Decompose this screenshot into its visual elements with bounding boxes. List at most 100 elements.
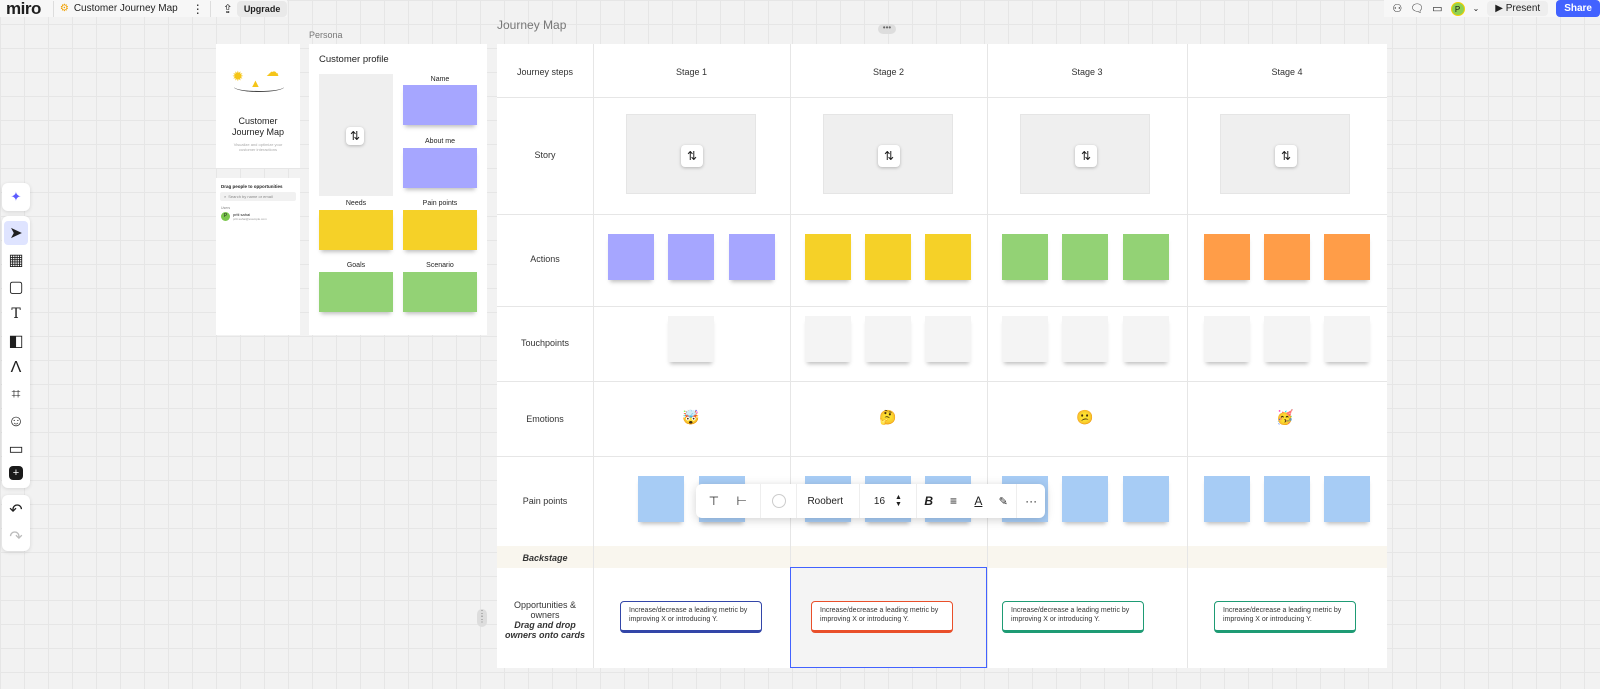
opportunity-card-stage-3[interactable]: Increase/decrease a leading metric by imp…: [1002, 601, 1144, 633]
opportunity-card-stage-1[interactable]: Increase/decrease a leading metric by imp…: [620, 601, 762, 633]
reactions-icon[interactable]: ⚇: [1392, 2, 1402, 15]
board-title[interactable]: Customer Journey Map: [74, 3, 178, 14]
touchpoint-sticky[interactable]: [925, 316, 971, 362]
swap-image-icon[interactable]: ⇅: [346, 127, 364, 145]
pain-point-sticky[interactable]: [1204, 476, 1250, 522]
pen-icon[interactable]: Ʌ: [4, 356, 28, 380]
shapes-icon[interactable]: ◧: [4, 329, 28, 353]
touchpoint-sticky[interactable]: [1264, 316, 1310, 362]
action-sticky[interactable]: [805, 234, 851, 280]
comment-icon[interactable]: ▭: [4, 437, 28, 461]
add-apps-icon[interactable]: +: [9, 466, 23, 480]
action-sticky[interactable]: [1264, 234, 1310, 280]
stage-3-header: Stage 3: [1071, 67, 1103, 77]
pain-point-sticky[interactable]: [1264, 476, 1310, 522]
emotion-emoji-stage-2[interactable]: 🤔: [879, 409, 896, 426]
user-row[interactable]: P priti sahai priti.sahai@example.com: [216, 212, 300, 221]
divider: [52, 0, 54, 17]
touchpoint-sticky[interactable]: [668, 316, 714, 362]
persona-scenario-sticky[interactable]: [403, 272, 477, 312]
touchpoint-sticky[interactable]: [865, 316, 911, 362]
story-image-stage-3[interactable]: ⇅: [1020, 114, 1150, 194]
text-tool-icon[interactable]: T: [4, 302, 28, 326]
text-align-icon[interactable]: ≡: [941, 484, 967, 518]
emotion-emoji-stage-4[interactable]: 🥳: [1276, 409, 1293, 426]
persona-needs-sticky[interactable]: [319, 210, 393, 250]
templates-icon[interactable]: ▦: [4, 248, 28, 272]
board-icon[interactable]: ⚙: [60, 3, 69, 14]
redo-icon[interactable]: ↷: [4, 525, 28, 549]
highlight-icon[interactable]: ✎: [990, 484, 1016, 518]
more-options-icon[interactable]: ···: [1017, 484, 1045, 518]
story-image-stage-1[interactable]: ⇅: [626, 114, 756, 194]
select-tool-icon[interactable]: ➤: [4, 221, 28, 245]
touchpoint-sticky[interactable]: [1204, 316, 1250, 362]
pain-point-sticky[interactable]: [638, 476, 684, 522]
opportunity-card-stage-4[interactable]: Increase/decrease a leading metric by imp…: [1214, 601, 1356, 633]
frame-handle-icon[interactable]: •••: [878, 24, 896, 34]
font-size-input[interactable]: 16 ▲ ▼: [860, 484, 916, 518]
pain-point-sticky[interactable]: [1324, 476, 1370, 522]
action-sticky[interactable]: [729, 234, 775, 280]
comments-icon[interactable]: 🗨: [1410, 2, 1424, 15]
swap-image-icon[interactable]: ⇅: [1275, 145, 1297, 167]
persona-about-sticky[interactable]: [403, 148, 477, 188]
drag-handle-icon[interactable]: ⋮ ⋮: [477, 609, 487, 627]
text-color-icon[interactable]: A: [966, 484, 990, 518]
sticky-note-icon[interactable]: ▢: [4, 275, 28, 299]
share-button[interactable]: Share: [1556, 0, 1600, 17]
pain-point-sticky[interactable]: [1123, 476, 1169, 522]
undo-icon[interactable]: ↶: [4, 498, 28, 522]
persona-photo[interactable]: ⇅: [319, 74, 393, 196]
persona-goals-sticky[interactable]: [319, 272, 393, 312]
export-icon[interactable]: ⇪: [223, 2, 233, 16]
story-image-stage-2[interactable]: ⇅: [823, 114, 953, 194]
action-sticky[interactable]: [1002, 234, 1048, 280]
swap-image-icon[interactable]: ⇅: [878, 145, 900, 167]
color-picker[interactable]: [761, 484, 797, 518]
swap-image-icon[interactable]: ⇅: [1075, 145, 1097, 167]
frame-icon[interactable]: ⌗: [4, 383, 28, 407]
action-sticky[interactable]: [668, 234, 714, 280]
action-sticky[interactable]: [925, 234, 971, 280]
action-sticky[interactable]: [1123, 234, 1169, 280]
touchpoint-sticky[interactable]: [1002, 316, 1048, 362]
sparkle-icon[interactable]: ✦: [11, 189, 22, 205]
touchpoint-sticky[interactable]: [805, 316, 851, 362]
more-vertical-icon[interactable]: ⋮: [192, 2, 204, 16]
bold-icon[interactable]: B: [917, 484, 941, 518]
persona-name-sticky[interactable]: [403, 85, 477, 125]
action-sticky[interactable]: [1324, 234, 1370, 280]
action-sticky[interactable]: [608, 234, 654, 280]
stickers-icon[interactable]: ☺: [4, 410, 28, 434]
touchpoint-sticky[interactable]: [1062, 316, 1108, 362]
chevron-down-icon[interactable]: ⌄: [1473, 4, 1480, 13]
video-icon[interactable]: ▭: [1432, 2, 1442, 15]
action-sticky[interactable]: [1204, 234, 1250, 280]
emotion-emoji-stage-1[interactable]: 🤯: [682, 409, 699, 426]
stepper-icon[interactable]: ▲ ▼: [895, 494, 902, 508]
opp-text-line2: improving X or introducing Y.: [629, 616, 718, 623]
upgrade-button[interactable]: Upgrade: [236, 0, 288, 17]
touchpoint-sticky[interactable]: [1324, 316, 1370, 362]
align-left-icon[interactable]: ⊢: [732, 484, 752, 518]
align-top-icon[interactable]: ⊤: [696, 484, 732, 518]
persona-frame-label[interactable]: Persona: [309, 30, 343, 40]
present-button[interactable]: ▶ Present: [1487, 1, 1549, 16]
story-image-stage-4[interactable]: ⇅: [1220, 114, 1350, 194]
action-sticky[interactable]: [1062, 234, 1108, 280]
font-family-select[interactable]: Roobert: [797, 484, 859, 518]
opportunity-card-stage-2[interactable]: Increase/decrease a leading metric by imp…: [811, 601, 953, 633]
action-sticky[interactable]: [865, 234, 911, 280]
miro-logo[interactable]: miro: [0, 0, 47, 19]
touchpoint-sticky[interactable]: [1123, 316, 1169, 362]
avatar[interactable]: P: [1450, 1, 1465, 16]
emotion-emoji-stage-3[interactable]: 😕: [1076, 409, 1093, 426]
persona-pain-label: Pain points: [422, 200, 458, 207]
people-search-input[interactable]: ⌕ Search by name or email: [220, 192, 296, 201]
journey-frame-label[interactable]: Journey Map: [497, 18, 566, 32]
pain-point-sticky[interactable]: [1062, 476, 1108, 522]
persona-pain-sticky[interactable]: [403, 210, 477, 250]
cover-card[interactable]: ✹ ▲ ☁ Customer Journey Map Visualize and…: [216, 44, 300, 168]
swap-image-icon[interactable]: ⇅: [681, 145, 703, 167]
